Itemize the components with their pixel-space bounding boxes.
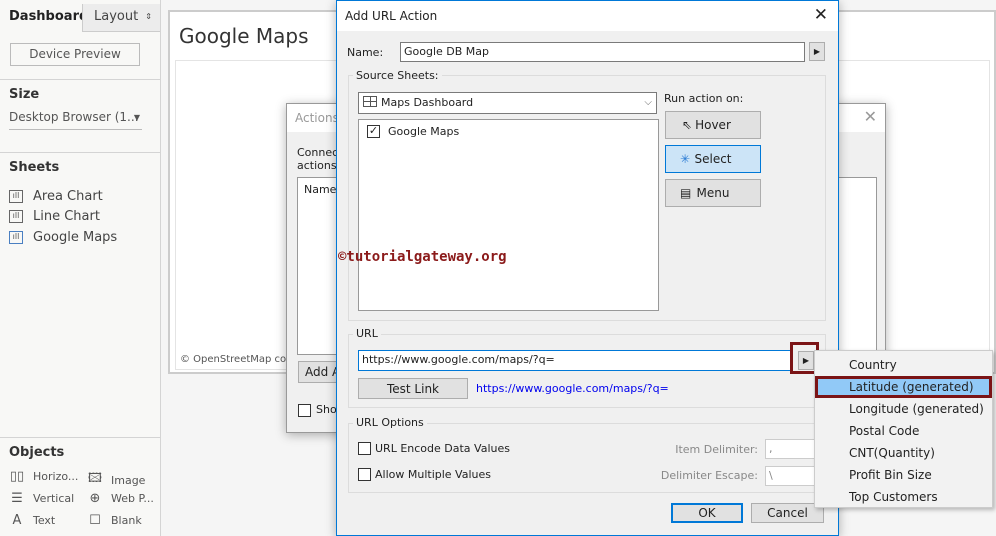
- menu-item-top-customers[interactable]: Top Customers: [815, 486, 992, 508]
- chevron-down-icon: ⌵: [644, 97, 652, 108]
- select-button[interactable]: ✳ Select: [665, 145, 761, 173]
- hover-button[interactable]: ⇖ Hover: [665, 111, 761, 139]
- tab-dashboard[interactable]: Dashboard: [0, 4, 88, 32]
- sheet-label: Area Chart: [33, 189, 103, 204]
- menu-item-longitude[interactable]: Longitude (generated): [815, 398, 992, 420]
- name-input[interactable]: Google DB Map: [400, 42, 805, 62]
- object-label: Image: [111, 473, 146, 487]
- menu-item-cnt-quantity[interactable]: CNT(Quantity): [815, 442, 992, 464]
- item-delimiter-label: Item Delimiter:: [675, 443, 758, 456]
- allow-multiple-checkbox[interactable]: [358, 468, 371, 481]
- tab-layout[interactable]: Layout ⇕: [82, 4, 160, 32]
- sheet-item-label: Google Maps: [388, 125, 460, 138]
- close-icon[interactable]: ✕: [814, 5, 828, 25]
- run-action-on-label: Run action on:: [664, 92, 744, 105]
- sheet-used-icon: ıll: [9, 231, 23, 244]
- name-label: Name:: [347, 46, 384, 59]
- objects-title: Objects: [9, 445, 65, 460]
- watermark: ©tutorialgateway.org: [338, 249, 507, 265]
- dialog-title: Add URL Action: [345, 9, 438, 23]
- size-select[interactable]: Desktop Browser (1... ▼: [9, 110, 142, 130]
- divider: [0, 79, 160, 80]
- hover-label: Hover: [695, 118, 731, 132]
- delimiter-escape-label: Delimiter Escape:: [660, 469, 758, 482]
- item-delimiter-input[interactable]: ,: [765, 439, 817, 459]
- url-encode-checkbox[interactable]: [358, 442, 371, 455]
- show-checkbox[interactable]: [298, 404, 311, 417]
- select-label: Select: [694, 152, 732, 166]
- dashboard-icon: [363, 96, 377, 107]
- dashboard-sidebar: Dashboard Layout ⇕ Device Preview Size De…: [0, 0, 161, 536]
- sheet-icon: ıll: [9, 210, 23, 223]
- select-pointer-icon: ✳: [680, 152, 691, 166]
- object-label: Blank: [111, 514, 142, 527]
- close-icon[interactable]: ✕: [864, 107, 877, 126]
- map-attribution: © OpenStreetMap cor: [180, 354, 291, 365]
- dashboard-select[interactable]: Maps Dashboard ⌵: [358, 92, 657, 114]
- object-text[interactable]: A Text: [9, 513, 56, 528]
- sheet-icon: ıll: [9, 190, 23, 203]
- dialog-titlebar: Add URL Action ✕: [337, 1, 838, 31]
- dashboard-title: Google Maps: [179, 24, 309, 48]
- dashboard-select-value: Maps Dashboard: [381, 96, 474, 109]
- name-insert-button[interactable]: ▶: [809, 42, 825, 61]
- object-web-page[interactable]: ⊕ Web P...: [87, 491, 154, 506]
- object-image[interactable]: 🖾 Image: [87, 469, 146, 491]
- url-input[interactable]: https://www.google.com/maps/?q=: [358, 350, 791, 371]
- menu-item-country[interactable]: Country: [815, 354, 992, 376]
- sheet-item[interactable]: ıll Line Chart: [9, 209, 100, 224]
- google-maps-checkbox[interactable]: ✓: [367, 125, 380, 138]
- sheet-label: Google Maps: [33, 230, 118, 245]
- menu-button[interactable]: ▤ Menu: [665, 179, 761, 207]
- image-icon: 🖾: [87, 471, 103, 486]
- text-icon: A: [12, 513, 22, 528]
- vertical-icon: ☰: [11, 491, 23, 506]
- object-label: Web P...: [111, 492, 154, 505]
- menu-item-postal-code[interactable]: Postal Code: [815, 420, 992, 442]
- object-blank[interactable]: ☐ Blank: [87, 513, 142, 528]
- object-label: Text: [33, 514, 56, 527]
- allow-multiple-label: Allow Multiple Values: [375, 468, 491, 481]
- divider: [0, 437, 160, 438]
- field-menu: Country Latitude (generated) Longitude (…: [814, 350, 993, 508]
- menu-label: Menu: [696, 186, 730, 200]
- object-label: Vertical: [33, 492, 75, 505]
- device-preview-button[interactable]: Device Preview: [10, 43, 140, 66]
- menu-pointer-icon: ▤: [680, 186, 692, 200]
- dropdown-icon: ▼: [133, 113, 140, 122]
- pointer-icon: ⇖: [682, 118, 693, 132]
- tab-layout-label: Layout: [94, 9, 139, 24]
- dialog-title: Actions: [295, 111, 339, 125]
- url-preview-link[interactable]: https://www.google.com/maps/?q=: [476, 382, 669, 395]
- sheet-item[interactable]: ıll Google Maps: [9, 230, 117, 245]
- delimiter-escape-input[interactable]: \: [765, 466, 817, 486]
- blank-icon: ☐: [89, 513, 101, 528]
- object-horizontal[interactable]: ▯▯ Horizo...: [9, 469, 79, 484]
- test-link-button[interactable]: Test Link: [358, 378, 468, 399]
- column-header-name: Name: [304, 183, 337, 196]
- menu-item-latitude[interactable]: Latitude (generated): [815, 376, 992, 398]
- horizontal-icon: ▯▯: [9, 469, 25, 484]
- object-label: Horizo...: [33, 470, 79, 483]
- sheets-title: Sheets: [9, 160, 60, 175]
- globe-icon: ⊕: [89, 491, 101, 506]
- source-sheets-label: Source Sheets:: [353, 69, 442, 82]
- url-options-label: URL Options: [353, 416, 427, 429]
- add-url-action-dialog: Add URL Action ✕ Name: Google DB Map ▶ S…: [336, 0, 839, 536]
- url-options-group: [348, 423, 826, 493]
- sheet-item[interactable]: ıll Area Chart: [9, 189, 103, 204]
- sheets-list: ✓ Google Maps: [358, 119, 659, 311]
- play-icon: ▶: [813, 47, 821, 56]
- menu-item-profit-bin-size[interactable]: Profit Bin Size: [815, 464, 992, 486]
- sheet-label: Line Chart: [33, 209, 100, 224]
- ok-button[interactable]: OK: [671, 503, 743, 523]
- object-vertical[interactable]: ☰ Vertical: [9, 491, 74, 506]
- size-value: Desktop Browser (1...: [9, 110, 139, 124]
- url-encode-label: URL Encode Data Values: [375, 442, 510, 455]
- size-title: Size: [9, 87, 40, 102]
- sort-icon: ⇕: [145, 12, 152, 21]
- divider: [0, 152, 160, 153]
- url-group-label: URL: [353, 327, 381, 340]
